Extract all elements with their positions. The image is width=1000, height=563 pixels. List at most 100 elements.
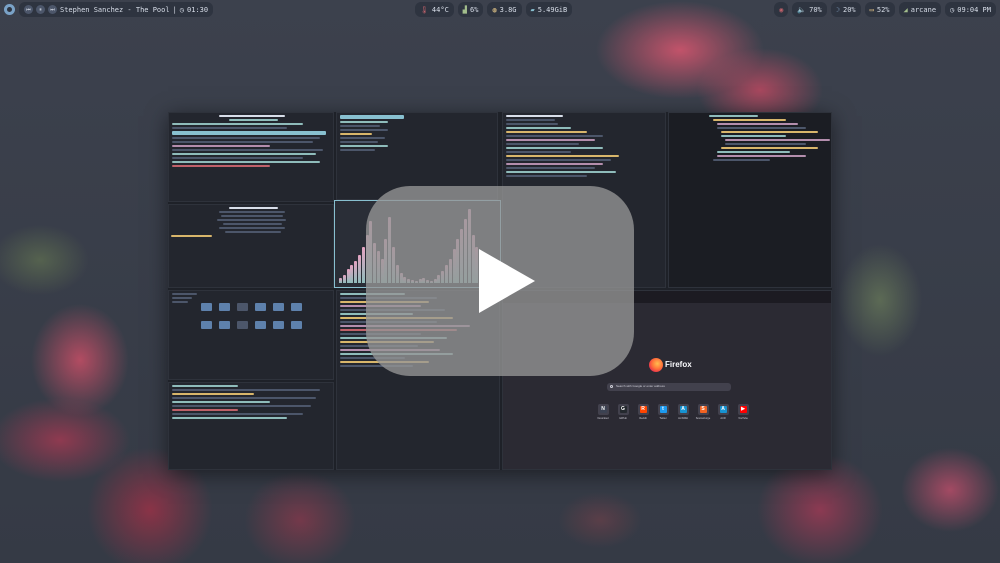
clock-widget: ◷ 09:04 PM <box>945 2 996 17</box>
visualizer-bar <box>339 278 342 283</box>
top-status-bar: ⏮ ⏸ ⏭ Stephen Sanchez - The Pool | ◷ 01:… <box>0 0 1000 19</box>
clock-icon: ◷ <box>950 5 955 14</box>
folder-icon: ▰ <box>530 5 535 14</box>
firefox-search-input[interactable]: Search with Google or enter address <box>607 383 731 391</box>
site-icon: N <box>599 406 607 413</box>
now-playing-title: Stephen Sanchez - The Pool <box>60 5 170 14</box>
wifi-icon: ◢ <box>903 5 908 14</box>
code-editor-pane[interactable] <box>668 112 832 288</box>
shortcut-tile[interactable]: A ArchWiki <box>673 404 693 420</box>
folder-icon[interactable] <box>273 303 284 311</box>
folder-icon[interactable] <box>291 321 302 329</box>
visualizer-bar <box>357 255 361 283</box>
moon-icon: ☽ <box>835 5 840 14</box>
brightness-widget[interactable]: ☽ 20% <box>830 2 861 17</box>
cpu-value: 6% <box>470 5 479 14</box>
shortcut-tile[interactable]: ▶ YouTube <box>733 404 753 420</box>
site-icon: R <box>639 406 647 413</box>
skip-back-icon[interactable]: ⏮ <box>24 5 33 14</box>
battery-value: 52% <box>876 5 890 14</box>
shortcut-label: Twitter <box>659 417 667 420</box>
shortcut-icon-box: G <box>617 404 629 415</box>
shortcut-label: AUR <box>720 417 726 420</box>
folder-icon[interactable] <box>219 303 230 311</box>
launcher-logo-icon[interactable] <box>4 4 15 15</box>
shortcut-tile[interactable]: N Nextcloud <box>593 404 613 420</box>
eye-icon: ◉ <box>779 5 784 14</box>
skip-forward-icon[interactable]: ⏭ <box>48 5 57 14</box>
site-icon: A <box>719 406 727 413</box>
battery-widget: ▭ 52% <box>864 2 895 17</box>
temperature-value: 44°C <box>431 5 449 14</box>
site-icon: t <box>659 406 667 413</box>
shortcut-tile[interactable]: S SourceForge <box>693 404 713 420</box>
site-icon: S <box>699 406 707 413</box>
privacy-widget[interactable]: ◉ <box>774 2 789 17</box>
bar-right-group: ◉ 🔈 70% ☽ 20% ▭ 52% ◢ arcane ◷ 09:04 PM <box>774 2 996 17</box>
shortcut-tile[interactable]: G GitHub <box>613 404 633 420</box>
volume-widget[interactable]: 🔈 70% <box>792 2 827 17</box>
memory-widget: ◍ 3.8G <box>487 2 522 17</box>
folder-icon[interactable] <box>237 321 248 329</box>
disk-value: 5.49GiB <box>537 5 568 14</box>
visualizer-bar <box>342 275 346 283</box>
firefox-logo-icon <box>649 358 663 372</box>
folder-icon[interactable] <box>201 321 212 329</box>
bar-left-group: ⏮ ⏸ ⏭ Stephen Sanchez - The Pool | ◷ 01:… <box>4 2 214 17</box>
folder-icon[interactable] <box>219 321 230 329</box>
shortcut-icon-box: N <box>597 404 609 415</box>
media-separator: | <box>172 5 177 14</box>
battery-icon: ▭ <box>869 5 874 14</box>
shortcut-label: SourceForge <box>695 417 711 420</box>
wifi-widget[interactable]: ◢ arcane <box>898 2 942 17</box>
shortcut-tile[interactable]: t Twitter <box>653 404 673 420</box>
site-icon: ▶ <box>739 406 747 413</box>
folder-icon[interactable] <box>291 303 302 311</box>
temperature-widget: 🌡 44°C <box>415 2 454 17</box>
wifi-ssid: arcane <box>910 5 937 14</box>
search-icon <box>610 385 613 388</box>
folder-icon[interactable] <box>273 321 284 329</box>
shortcut-label: YouTube <box>738 417 748 420</box>
visualizer-bar <box>350 265 354 283</box>
shortcut-tile[interactable]: A AUR <box>713 404 733 420</box>
search-placeholder: Search with Google or enter address <box>616 384 665 388</box>
file-manager-pane[interactable] <box>168 290 334 380</box>
brightness-value: 20% <box>843 5 856 14</box>
speaker-icon: 🔈 <box>797 5 807 14</box>
memory-icon: ◍ <box>492 5 497 14</box>
bar-center-group: 🌡 44°C ▟ 6% ◍ 3.8G ▰ 5.49GiB <box>415 2 573 17</box>
shortcut-icon-box: A <box>677 404 689 415</box>
cpu-widget: ▟ 6% <box>457 2 484 17</box>
resource-monitor-pane[interactable] <box>168 382 334 470</box>
folder-icon[interactable] <box>237 303 248 311</box>
shortcut-icon-box: R <box>637 404 649 415</box>
visualizer-bar <box>354 260 358 283</box>
shortcut-label: GitHub <box>619 417 627 420</box>
clock-icon: ◷ <box>179 5 185 14</box>
shortcut-tile[interactable]: R Reddit <box>633 404 653 420</box>
site-icon: A <box>679 406 687 413</box>
shortcut-icon-box: A <box>717 404 729 415</box>
shortcut-label: ArchWiki <box>678 417 688 420</box>
folder-icon[interactable] <box>201 303 212 311</box>
shortcut-icon-box: t <box>657 404 669 415</box>
firefox-title: Firefox <box>665 360 692 369</box>
folder-icon[interactable] <box>255 321 266 329</box>
folder-icon[interactable] <box>255 303 266 311</box>
shortcut-label: Reddit <box>639 417 647 420</box>
thermometer-icon: 🌡 <box>420 5 429 14</box>
shortcut-icon-box: ▶ <box>737 404 749 415</box>
visualizer-bar <box>361 247 365 283</box>
media-player-widget: ⏮ ⏸ ⏭ Stephen Sanchez - The Pool | ◷ 01:… <box>19 2 214 17</box>
memory-value: 3.8G <box>499 5 517 14</box>
help-text-pane[interactable] <box>168 204 334 288</box>
disk-widget: ▰ 5.49GiB <box>525 2 573 17</box>
site-icon: G <box>619 406 627 413</box>
system-monitor-pane[interactable] <box>168 112 334 202</box>
shortcut-icon-box: S <box>697 404 709 415</box>
video-play-button[interactable] <box>366 186 634 376</box>
clock-value: 09:04 PM <box>957 5 991 14</box>
pause-icon[interactable]: ⏸ <box>36 5 45 14</box>
shortcut-label: Nextcloud <box>597 417 609 420</box>
